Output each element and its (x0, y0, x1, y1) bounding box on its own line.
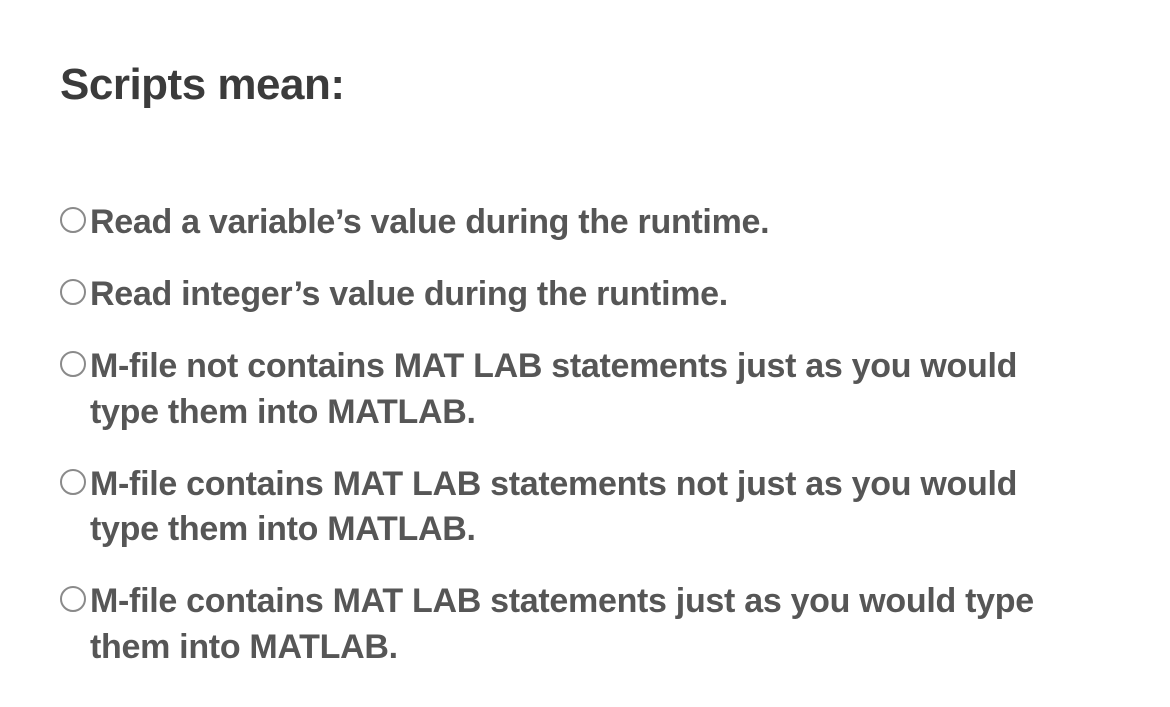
option-label: M-file not contains MAT LAB statements j… (90, 344, 1090, 436)
option-label: Read integer’s value during the runtime. (90, 272, 728, 318)
option-row[interactable]: Read integer’s value during the runtime. (60, 272, 1110, 318)
radio-icon[interactable] (60, 586, 86, 612)
radio-icon[interactable] (60, 279, 86, 305)
option-label: Read a variable’s value during the runti… (90, 200, 769, 246)
option-row[interactable]: M-file not contains MAT LAB statements j… (60, 344, 1110, 436)
question-title: Scripts mean: (60, 60, 1110, 110)
options-list: Read a variable’s value during the runti… (60, 200, 1110, 671)
radio-icon[interactable] (60, 469, 86, 495)
option-label: M-file contains MAT LAB statements just … (90, 579, 1090, 671)
radio-icon[interactable] (60, 207, 86, 233)
radio-icon[interactable] (60, 351, 86, 377)
option-row[interactable]: Read a variable’s value during the runti… (60, 200, 1110, 246)
option-label: M-file contains MAT LAB statements not j… (90, 462, 1090, 554)
option-row[interactable]: M-file contains MAT LAB statements not j… (60, 462, 1110, 554)
option-row[interactable]: M-file contains MAT LAB statements just … (60, 579, 1110, 671)
